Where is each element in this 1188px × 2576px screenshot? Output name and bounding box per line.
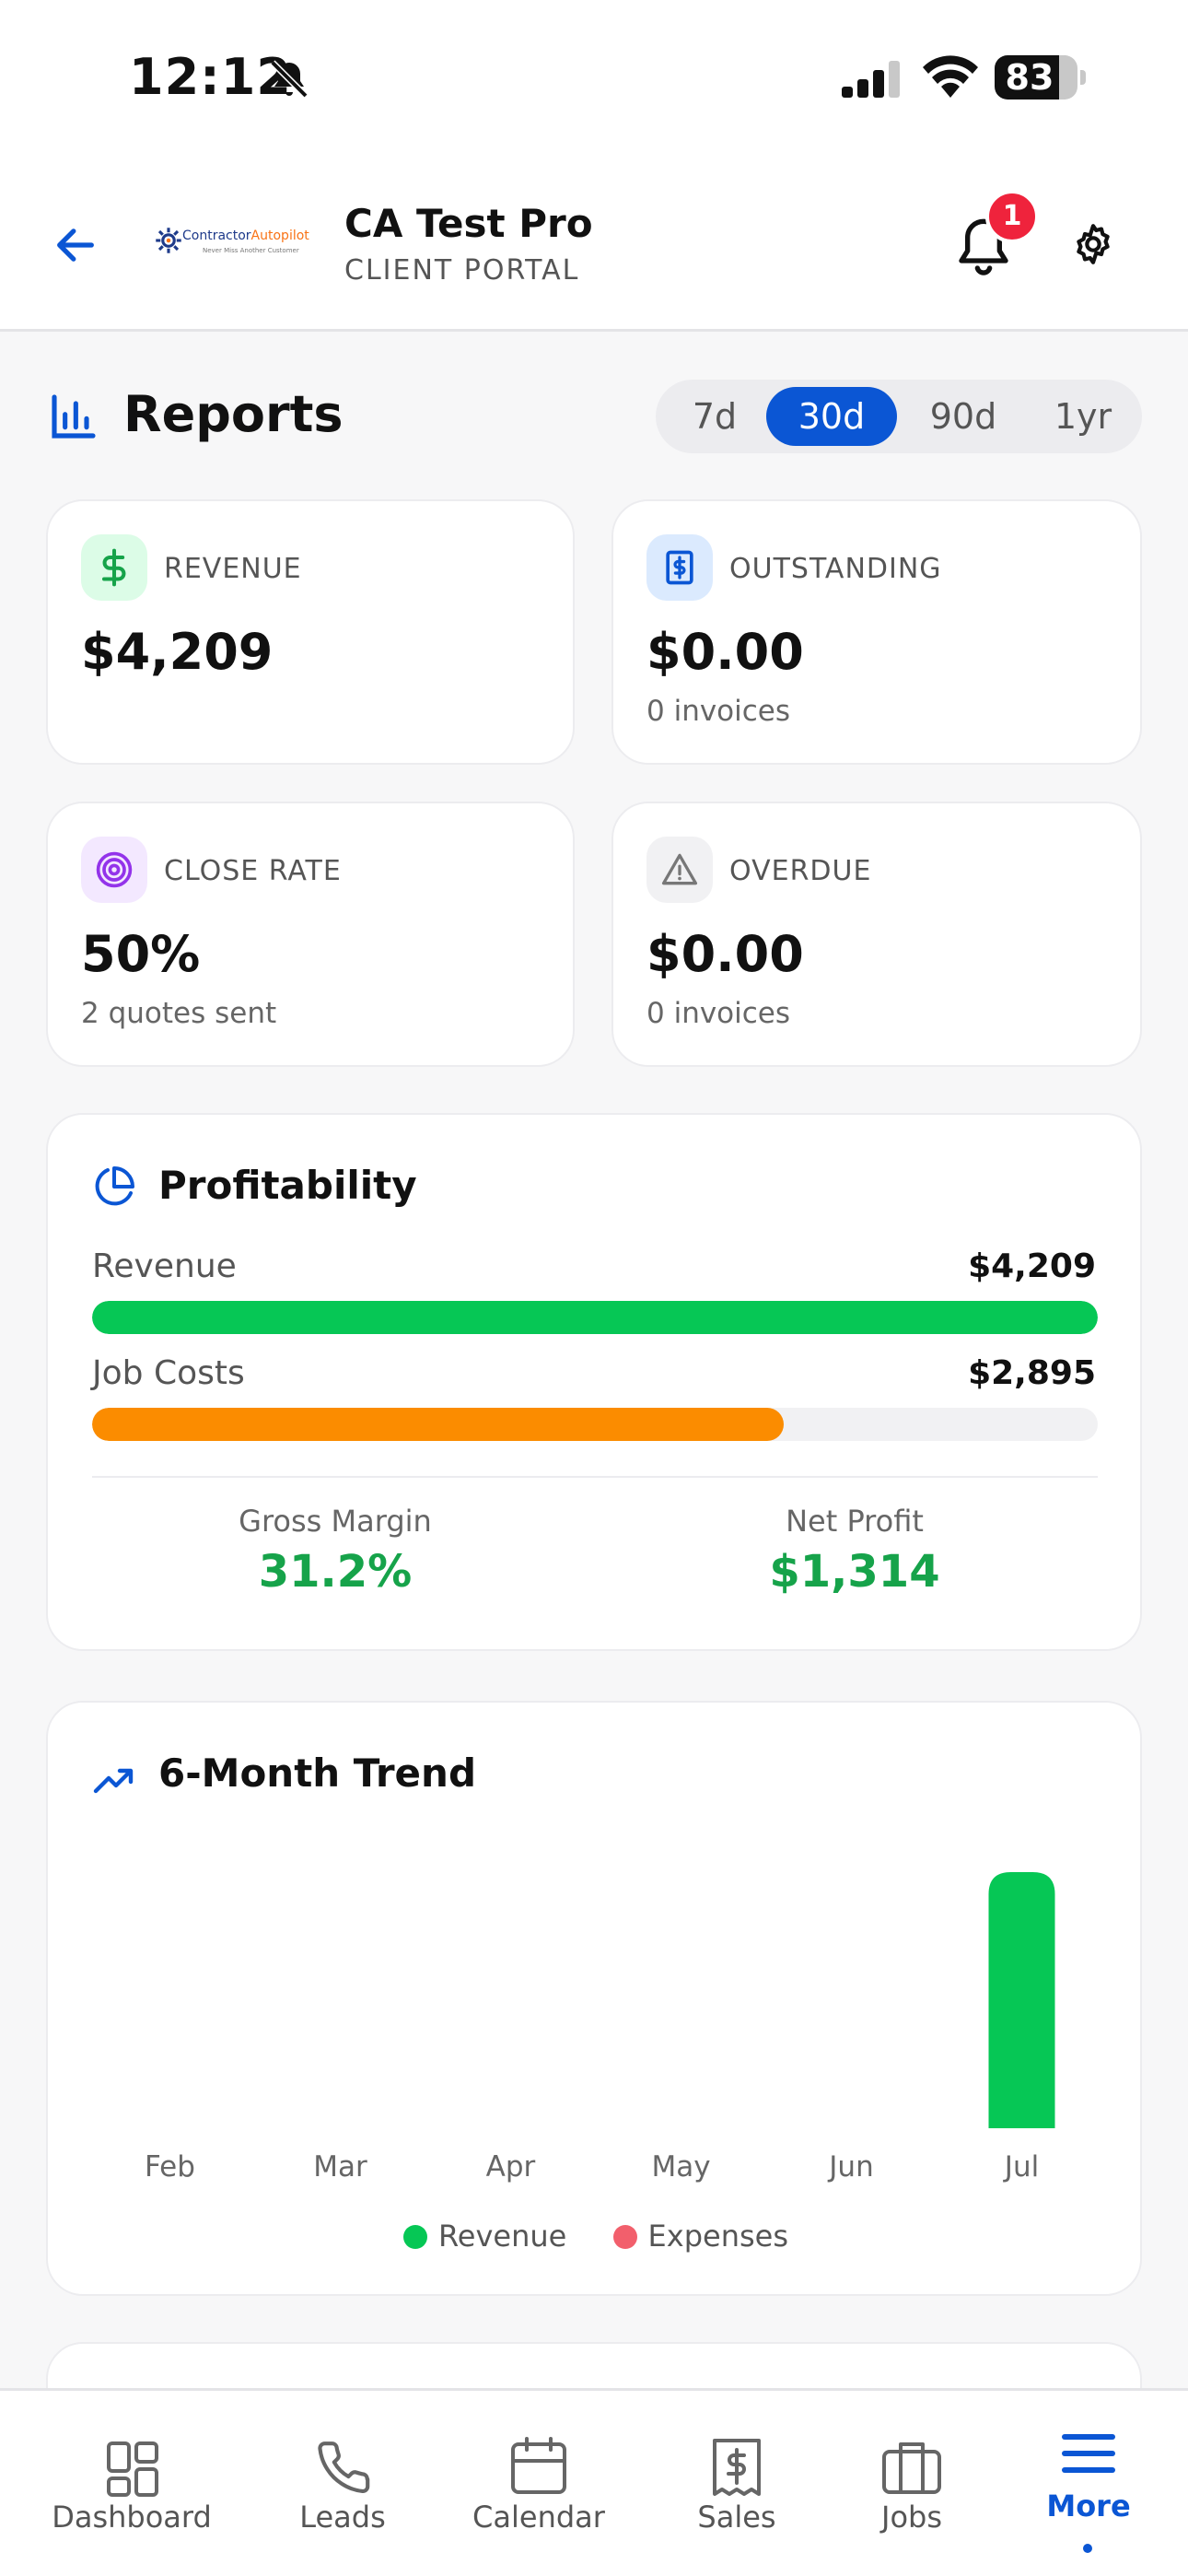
trend-chart: Feb Mar Apr May Jun Jul xyxy=(145,1872,1055,2184)
costs-bar-fill xyxy=(92,1408,785,1441)
warning-icon xyxy=(646,837,713,903)
profitability-title: Profitability xyxy=(158,1163,417,1208)
receipt-icon xyxy=(713,2439,761,2496)
close-rate-sub: 2 quotes sent xyxy=(81,997,277,1030)
close-rate-card[interactable]: CLOSE RATE 50% 2 quotes sent xyxy=(46,802,575,1067)
revenue-bar-fill xyxy=(92,1301,1098,1334)
chart-legend: Revenue Expenses xyxy=(48,2219,1144,2254)
nav-sales[interactable]: Sales xyxy=(635,2391,838,2576)
target-icon xyxy=(81,837,147,903)
active-indicator xyxy=(1083,2544,1092,2553)
legend-revenue: Revenue xyxy=(403,2219,566,2254)
cellular-signal-icon xyxy=(842,61,900,98)
x-tick-label: Jun xyxy=(827,2150,873,2184)
bar-chart-icon xyxy=(52,394,96,439)
x-tick-label: Feb xyxy=(145,2150,195,2184)
gear-logo-icon xyxy=(156,228,181,253)
close-rate-value: 50% xyxy=(81,925,201,983)
bottom-navigation: Dashboard Leads Calendar Sales Jobs More xyxy=(0,2388,1188,2576)
overdue-sub: 0 invoices xyxy=(646,997,791,1030)
nav-dashboard[interactable]: Dashboard xyxy=(30,2391,233,2576)
company-logo: ContractorAutopilot Never Miss Another C… xyxy=(155,223,311,263)
settings-gear-icon[interactable] xyxy=(1070,221,1116,267)
gross-margin-value: 31.2% xyxy=(258,1546,413,1598)
range-90d[interactable]: 90d xyxy=(897,387,1030,446)
revenue-bar-label: Revenue xyxy=(92,1247,237,1285)
calendar-icon xyxy=(511,2437,566,2494)
x-tick-label: Mar xyxy=(313,2150,367,2184)
phone-icon xyxy=(318,2441,370,2494)
notification-badge[interactable]: 1 xyxy=(985,190,1039,243)
wifi-icon xyxy=(923,55,978,98)
outstanding-label: OUTSTANDING xyxy=(729,553,942,585)
gross-margin-label: Gross Margin xyxy=(239,1504,432,1539)
bar-revenue-jul xyxy=(988,1872,1055,2128)
outstanding-value: $0.00 xyxy=(646,623,804,681)
costs-bar-track xyxy=(92,1408,1098,1441)
range-1yr[interactable]: 1yr xyxy=(1030,387,1136,446)
costs-bar-label: Job Costs xyxy=(92,1354,245,1392)
costs-bar-value: $2,895 xyxy=(968,1354,1096,1392)
dollar-icon xyxy=(81,534,147,601)
revenue-bar-track xyxy=(92,1301,1098,1334)
overdue-label: OVERDUE xyxy=(729,855,872,887)
nav-leads[interactable]: Leads xyxy=(241,2391,444,2576)
range-7d[interactable]: 7d xyxy=(663,387,766,446)
page-title: Reports xyxy=(123,385,344,443)
profitability-card: Profitability Revenue $4,209 Job Costs $… xyxy=(46,1113,1142,1651)
dashboard-grid-icon xyxy=(107,2441,158,2497)
close-rate-label: CLOSE RATE xyxy=(164,855,342,887)
back-arrow-icon[interactable] xyxy=(52,221,99,269)
pie-chart-icon xyxy=(95,1166,134,1206)
nav-more[interactable]: More xyxy=(987,2391,1188,2576)
outstanding-card[interactable]: OUTSTANDING $0.00 0 invoices xyxy=(611,499,1142,765)
bell-muted-icon xyxy=(270,60,309,99)
nav-calendar[interactable]: Calendar xyxy=(437,2391,640,2576)
revenue-card[interactable]: REVENUE $4,209 xyxy=(46,499,575,765)
revenue-label: REVENUE xyxy=(164,553,302,585)
battery-level: 83 xyxy=(1005,57,1054,98)
status-bar: 12:12 83 xyxy=(0,0,1188,157)
app-header: ContractorAutopilot Never Miss Another C… xyxy=(0,157,1188,332)
net-profit-label: Net Profit xyxy=(786,1504,924,1539)
portal-label: CLIENT PORTAL xyxy=(344,254,580,287)
company-name: CA Test Pro xyxy=(344,201,593,246)
date-range-selector: 7d 30d 90d 1yr xyxy=(656,380,1142,453)
invoice-icon xyxy=(646,534,713,601)
divider xyxy=(92,1476,1098,1478)
revenue-value: $4,209 xyxy=(81,623,274,681)
menu-icon xyxy=(1062,2434,1115,2473)
outstanding-sub: 0 invoices xyxy=(646,695,791,728)
overdue-card[interactable]: OVERDUE $0.00 0 invoices xyxy=(611,802,1142,1067)
net-profit-value: $1,314 xyxy=(769,1546,940,1598)
briefcase-icon xyxy=(882,2442,941,2494)
revenue-bar-value: $4,209 xyxy=(968,1247,1096,1285)
x-tick-label: May xyxy=(651,2150,710,2184)
x-tick-label: Jul xyxy=(1003,2150,1039,2184)
trend-card: 6-Month Trend Feb Mar Apr May Jun Jul Revenue… xyxy=(46,1701,1142,2296)
battery-icon: 83 xyxy=(995,55,1086,100)
range-30d[interactable]: 30d xyxy=(766,387,897,446)
legend-expenses: Expenses xyxy=(612,2219,788,2254)
x-tick-label: Apr xyxy=(486,2150,536,2184)
overdue-value: $0.00 xyxy=(646,925,804,983)
nav-jobs[interactable]: Jobs xyxy=(810,2391,1013,2576)
